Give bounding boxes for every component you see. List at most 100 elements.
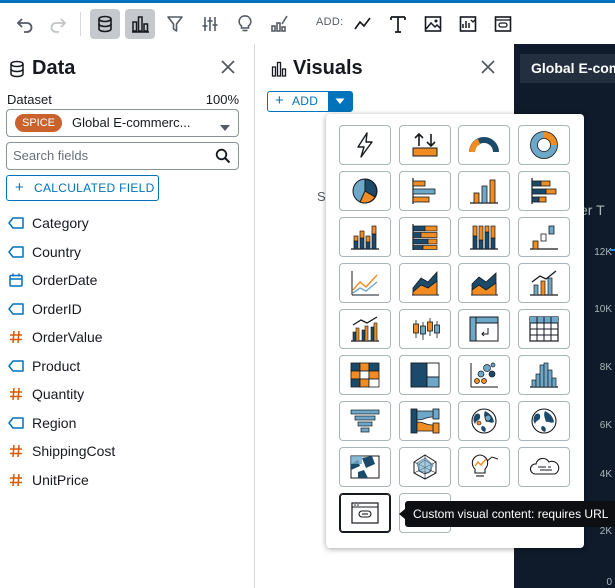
table-visual-button[interactable] — [517, 309, 570, 349]
field-name: Product — [32, 357, 81, 374]
histogram-visual-button[interactable] — [517, 355, 570, 395]
field-item[interactable]: Country — [8, 242, 81, 262]
themes-icon[interactable] — [265, 9, 295, 39]
field-item[interactable]: UnitPrice — [8, 470, 89, 490]
combo-bar-line-chart-visual-button[interactable] — [517, 263, 570, 303]
vertical-100-stacked-bar-visual-button[interactable] — [458, 217, 510, 257]
custom-visual-content-icon — [351, 502, 379, 524]
autograph-visual-button[interactable] — [339, 125, 391, 165]
visuals-panel-title: Visuals — [293, 57, 363, 79]
redo-icon[interactable] — [43, 9, 73, 39]
field-name: Quantity — [32, 386, 85, 402]
field-item[interactable]: ShippingCost — [8, 441, 115, 461]
donut-chart-visual-button[interactable] — [517, 125, 570, 165]
field-item[interactable]: Product — [8, 356, 80, 376]
stacked-area-chart-icon — [471, 272, 498, 296]
sankey-diagram-visual-button[interactable] — [398, 401, 451, 441]
horizontal-bar-chart-visual-button[interactable] — [398, 171, 451, 211]
calendar-icon — [8, 272, 24, 288]
line-chart-visual-button[interactable] — [339, 263, 391, 303]
heat-map-visual-button[interactable] — [339, 355, 391, 395]
y-tick-label: 2K — [599, 526, 612, 537]
dimension-icon — [8, 301, 24, 317]
kpi-icon — [412, 132, 437, 157]
field-item[interactable]: OrderDate — [8, 270, 97, 290]
kpi-visual-button[interactable] — [398, 125, 451, 165]
search-fields[interactable] — [6, 142, 239, 170]
radar-chart-visual-button[interactable] — [398, 447, 451, 487]
sheet-title-tab[interactable]: Global E-com — [520, 54, 615, 83]
close-visuals-icon[interactable] — [480, 59, 498, 77]
y-tick-label: 12K — [594, 247, 612, 258]
measure-icon — [8, 443, 24, 459]
add-insight-icon[interactable] — [453, 9, 483, 39]
funnel-chart-visual-button[interactable] — [339, 401, 391, 441]
pivot-table-icon — [469, 316, 499, 342]
pivot-table-visual-button[interactable] — [458, 309, 510, 349]
horizontal-bar-chart-icon — [411, 178, 435, 204]
filled-map-visual-button[interactable] — [517, 401, 570, 441]
scatter-plot-visual-button[interactable] — [458, 355, 510, 395]
y-tick-label: 0 — [606, 577, 612, 588]
visuals-icon[interactable] — [125, 9, 155, 39]
plus-icon: + — [15, 179, 25, 196]
field-item[interactable]: Quantity — [8, 384, 84, 404]
add-line-icon[interactable] — [348, 9, 378, 39]
search-input[interactable] — [13, 146, 208, 164]
word-cloud-visual-button[interactable] — [517, 447, 570, 487]
tooltip: Custom visual content: requires URL — [398, 501, 615, 527]
dimension-icon — [8, 244, 24, 260]
insight-visual-button[interactable] — [458, 447, 510, 487]
box-plot-visual-button[interactable] — [398, 309, 451, 349]
points-on-map-icon — [471, 408, 497, 434]
custom-visual-content-visual-button[interactable] — [339, 493, 391, 533]
controls-icon[interactable] — [195, 9, 225, 39]
search-icon[interactable] — [215, 148, 231, 169]
vertical-stacked-bar-visual-button[interactable] — [339, 217, 391, 257]
field-name: ShippingCost — [32, 443, 116, 459]
add-custom-icon[interactable] — [488, 9, 518, 39]
dimension-icon — [8, 358, 24, 374]
insights-icon[interactable] — [230, 9, 260, 39]
gauge-visual-button[interactable] — [458, 125, 510, 165]
filled-points-map-icon — [350, 455, 380, 479]
field-name: UnitPrice — [32, 471, 89, 488]
add-visual-main[interactable]: + ADD — [268, 92, 327, 111]
tree-map-icon — [410, 362, 439, 388]
pie-chart-visual-button[interactable] — [339, 171, 391, 211]
calculated-field-button[interactable]: + CALCULATED FIELD — [6, 175, 159, 201]
horizontal-stacked-bar-visual-button[interactable] — [517, 171, 570, 211]
field-item[interactable]: Region — [8, 413, 76, 433]
close-icon[interactable] — [220, 59, 238, 77]
add-visual-button[interactable]: + ADD — [267, 91, 353, 112]
add-visual-label: ADD — [292, 94, 319, 108]
points-on-map-visual-button[interactable] — [458, 401, 510, 441]
dataset-icon[interactable] — [90, 9, 120, 39]
waterfall-chart-visual-button[interactable] — [517, 217, 570, 257]
field-item[interactable]: OrderID — [8, 299, 82, 319]
stacked-area-chart-visual-button[interactable] — [458, 263, 510, 303]
heat-map-icon — [350, 362, 380, 388]
dataset-select[interactable]: SPICE Global E-commerc... — [6, 109, 239, 137]
measure-icon — [8, 329, 24, 345]
undo-icon[interactable] — [10, 9, 40, 39]
tree-map-visual-button[interactable] — [398, 355, 451, 395]
filled-points-map-visual-button[interactable] — [339, 447, 391, 487]
radar-chart-icon — [413, 454, 436, 480]
field-item[interactable]: Category — [8, 213, 89, 233]
add-image-icon[interactable] — [418, 9, 448, 39]
field-item[interactable]: OrderValue — [8, 327, 103, 347]
dataset-label: Dataset — [7, 92, 52, 107]
gauge-icon — [469, 137, 499, 153]
add-visual-dropdown[interactable] — [328, 92, 352, 111]
vertical-bar-chart-icon — [470, 179, 498, 204]
horizontal-100-stacked-bar-visual-button[interactable] — [398, 217, 451, 257]
filled-map-icon — [530, 408, 557, 434]
clustered-combo-chart-visual-button[interactable] — [339, 309, 391, 349]
vertical-bar-chart-visual-button[interactable] — [458, 171, 510, 211]
dimension-icon — [8, 415, 24, 431]
area-line-chart-visual-button[interactable] — [398, 263, 451, 303]
filter-icon[interactable] — [160, 9, 190, 39]
add-text-icon[interactable] — [383, 9, 413, 39]
y-tick-label: 8K — [599, 362, 612, 373]
